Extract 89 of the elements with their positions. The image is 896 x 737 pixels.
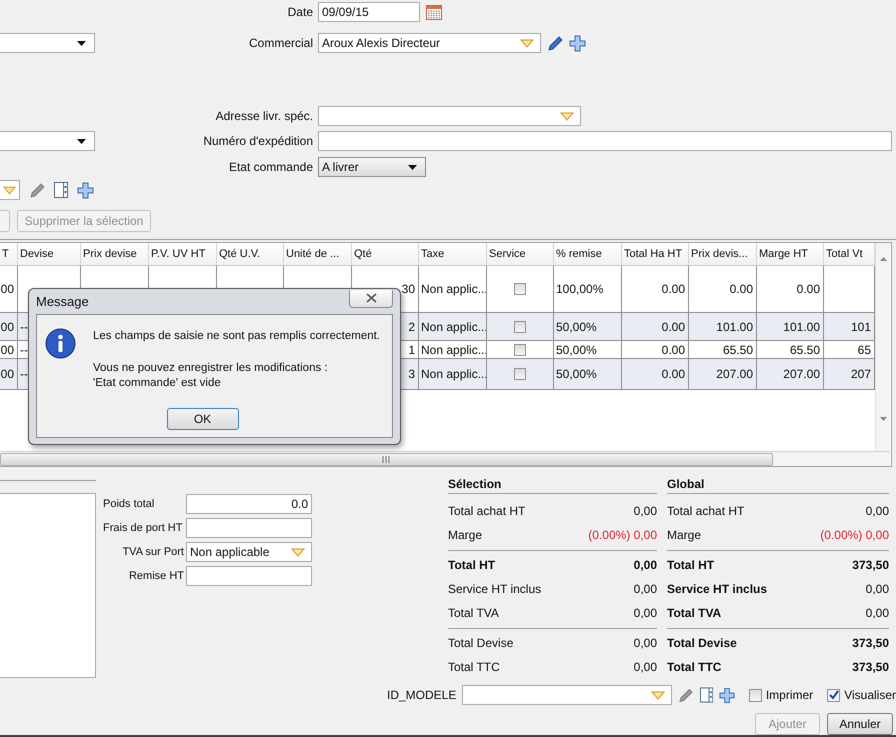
dialog-detail: Vous ne pouvez enregistrer les modifications : (93, 361, 329, 376)
column-header[interactable]: Total Ha HT (622, 243, 689, 266)
dialog-button[interactable]: Annuler (827, 713, 893, 735)
column-header[interactable]: Qté U.V. (217, 243, 284, 266)
field-label: Etat commande (228, 160, 313, 174)
total-label: Total achat HT (667, 504, 744, 518)
date-field[interactable]: 09/09/15 (318, 2, 420, 22)
total-value: 0,00 (634, 660, 657, 674)
column-header[interactable]: Devise (18, 243, 81, 266)
total-value: 373,50 (852, 660, 889, 674)
table-cell: 0.00 (622, 359, 689, 390)
total-label: Total TVA (667, 606, 722, 620)
field-label: Adresse livr. spéc. (216, 109, 313, 123)
total-label: Marge (667, 528, 702, 542)
table-cell: 0.00 (622, 341, 689, 359)
total-label: Service HT inclus (448, 582, 542, 596)
table-cell: 207.00 (757, 359, 824, 390)
total-value: 0,00 (634, 558, 657, 572)
section-title: Global (667, 476, 706, 493)
column-header[interactable]: Taxe (419, 243, 487, 266)
combo-box[interactable]: Aroux Alexis Directeur (318, 33, 541, 53)
table-cell: 0.00 (689, 266, 757, 313)
checkbox-label: Visualiser (844, 688, 896, 702)
table-cell: 50,00% (554, 359, 622, 390)
field-label: Numéro d'expédition (203, 134, 313, 148)
total-label: Marge (448, 528, 482, 542)
checkbox-label: Imprimer (766, 688, 814, 702)
column-header[interactable]: Service (487, 243, 554, 266)
total-label: Total TTC (667, 660, 722, 674)
table-cell: 207.00 (689, 359, 757, 390)
total-label: Service HT inclus (667, 582, 768, 596)
combo-box[interactable]: Non applicable (186, 542, 312, 562)
table-cell: 0.00 (622, 313, 689, 341)
column-header[interactable]: Marge HT (757, 243, 824, 266)
column-header[interactable]: % remise (554, 243, 622, 266)
table-cell: 50,00% (554, 313, 622, 341)
field-label: Frais de port HT (103, 522, 184, 534)
ok-button[interactable]: OK (166, 408, 238, 430)
table-cell: 00 (0, 313, 18, 341)
field-label: Commercial (248, 36, 313, 50)
table-cell: 00 (0, 359, 18, 390)
total-label: Total achat HT (448, 504, 526, 518)
field-label: Poids total (103, 498, 156, 510)
total-value: 0,00 (634, 636, 657, 650)
total-label: Total HT (667, 558, 714, 572)
table-cell: 207 (824, 359, 875, 390)
column-header[interactable]: Prix devise (81, 243, 149, 266)
column-header[interactable]: Qté (352, 243, 419, 266)
table-cell: 101.00 (757, 313, 824, 341)
total-value: 0,00 (866, 504, 889, 518)
table-cell: 0.00 (757, 266, 824, 313)
dialog-detail: 'Etat commande' est vide (93, 376, 222, 391)
column-header[interactable]: Unité de ... (284, 243, 352, 266)
total-label: Total Devise (448, 636, 514, 650)
column-header[interactable]: T (0, 243, 18, 266)
table-cell: 101 (824, 313, 875, 341)
total-label: Total HT (448, 558, 496, 572)
column-header[interactable]: Prix devis... (689, 243, 757, 266)
column-header[interactable]: Total Vt (824, 243, 875, 266)
field-label: Date (288, 5, 313, 19)
field-label: ID_MODELE (387, 688, 456, 702)
total-value: 0,00 (866, 606, 889, 620)
table-cell: 101.00 (689, 313, 757, 341)
table-cell: 00 (0, 266, 18, 313)
total-value: 0,00 (634, 606, 657, 620)
table-cell: 65 (824, 341, 875, 359)
total-value: 0,00 (634, 582, 657, 596)
total-label: Total TVA (448, 606, 499, 620)
table-cell: 100,00% (554, 266, 622, 313)
table-cell: 50,00% (554, 341, 622, 359)
select-box[interactable]: A livrer (318, 157, 426, 177)
total-value: 0,00 (866, 582, 889, 596)
total-label: Total TTC (448, 660, 500, 674)
total-value: 373,50 (852, 636, 889, 650)
total-value: (0.00%) 0,00 (588, 528, 657, 542)
field-label: TVA sur Port (122, 546, 185, 558)
table-cell: 65.50 (689, 341, 757, 359)
column-header[interactable]: P.V. UV HT (149, 243, 217, 266)
table-cell: 0.00 (622, 266, 689, 313)
table-cell: 00 (0, 341, 18, 359)
total-label: Total Devise (667, 636, 737, 650)
total-value: 0,00 (634, 504, 657, 518)
total-value: (0.00%) 0,00 (820, 528, 889, 542)
section-title: Sélection (448, 476, 502, 493)
total-value: 373,50 (852, 558, 889, 572)
field-label: Remise HT (128, 570, 185, 582)
input-field[interactable]: 0.0 (186, 494, 312, 514)
dialog-title: Message (36, 294, 89, 309)
table-cell: 65.50 (757, 341, 824, 359)
